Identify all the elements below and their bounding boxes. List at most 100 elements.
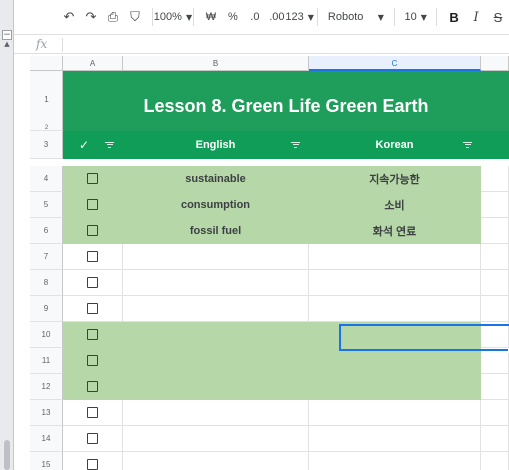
korean-cell[interactable] bbox=[309, 400, 481, 426]
empty-cell[interactable] bbox=[481, 244, 509, 270]
empty-cell[interactable] bbox=[481, 296, 509, 322]
checkbox[interactable] bbox=[87, 225, 98, 236]
checkbox[interactable] bbox=[87, 251, 98, 262]
column-header-d[interactable] bbox=[481, 56, 509, 71]
font-select[interactable]: Roboto ▼ bbox=[324, 4, 388, 30]
row-header[interactable]: 15 bbox=[30, 452, 63, 470]
english-cell[interactable] bbox=[123, 426, 309, 452]
checkbox-cell[interactable] bbox=[63, 296, 123, 322]
row-header[interactable]: 7 bbox=[30, 244, 63, 270]
checkbox[interactable] bbox=[87, 407, 98, 418]
english-cell[interactable] bbox=[123, 348, 309, 374]
korean-cell[interactable] bbox=[309, 296, 481, 322]
english-cell[interactable] bbox=[123, 452, 309, 470]
formula-input[interactable] bbox=[68, 37, 498, 52]
empty-cell[interactable] bbox=[481, 426, 509, 452]
english-cell[interactable]: consumption bbox=[123, 192, 309, 218]
redo-icon[interactable]: ↷ bbox=[80, 4, 102, 30]
print-icon[interactable]: ⎙ bbox=[102, 4, 124, 30]
row-header[interactable]: 5 bbox=[30, 192, 63, 218]
empty-cell[interactable] bbox=[481, 452, 509, 470]
vertical-scrollbar[interactable] bbox=[4, 440, 10, 470]
checkbox[interactable] bbox=[87, 329, 98, 340]
checkbox[interactable] bbox=[87, 381, 98, 392]
header-korean-cell[interactable]: Korean bbox=[309, 131, 481, 159]
korean-cell[interactable]: 화석 연료 bbox=[309, 218, 481, 244]
header-english-cell[interactable]: English bbox=[123, 131, 309, 159]
sheet-title[interactable]: Lesson 8. Green Life Green Earth bbox=[63, 71, 509, 131]
column-header-c[interactable]: C bbox=[309, 56, 481, 71]
zoom-select[interactable]: 100% ▼ bbox=[154, 4, 192, 30]
checkbox-cell[interactable] bbox=[63, 166, 123, 192]
checkbox-cell[interactable] bbox=[63, 452, 123, 470]
column-header-b[interactable]: B bbox=[123, 56, 309, 71]
column-header-a[interactable]: A bbox=[63, 56, 123, 71]
checkbox-cell[interactable] bbox=[63, 348, 123, 374]
checkbox-cell[interactable] bbox=[63, 426, 123, 452]
selected-cell-c8[interactable] bbox=[339, 324, 509, 353]
english-cell[interactable] bbox=[123, 322, 309, 348]
more-formats-button[interactable]: 123 ▼ bbox=[285, 4, 314, 30]
checkbox-cell[interactable] bbox=[63, 192, 123, 218]
empty-cell[interactable] bbox=[481, 348, 509, 374]
scroll-up-icon[interactable]: ▲ bbox=[2, 40, 12, 48]
checkbox[interactable] bbox=[87, 199, 98, 210]
korean-cell[interactable] bbox=[309, 244, 481, 270]
checkbox-cell[interactable] bbox=[63, 244, 123, 270]
korean-cell[interactable] bbox=[309, 270, 481, 296]
paint-format-icon[interactable]: ⛉ bbox=[124, 4, 146, 30]
empty-cell[interactable] bbox=[481, 400, 509, 426]
row-header[interactable]: 6 bbox=[30, 218, 63, 244]
english-cell[interactable] bbox=[123, 244, 309, 270]
strikethrough-button[interactable]: S bbox=[487, 4, 509, 30]
row-header-3[interactable]: 3 bbox=[30, 131, 63, 159]
english-cell[interactable] bbox=[123, 400, 309, 426]
checkbox-cell[interactable] bbox=[63, 400, 123, 426]
empty-cell[interactable] bbox=[481, 270, 509, 296]
empty-cell[interactable] bbox=[481, 374, 509, 400]
percent-button[interactable]: % bbox=[222, 4, 244, 30]
row-header[interactable]: 9 bbox=[30, 296, 63, 322]
checkbox-cell[interactable] bbox=[63, 374, 123, 400]
empty-cell[interactable] bbox=[481, 131, 509, 159]
checkbox-cell[interactable] bbox=[63, 322, 123, 348]
row-header[interactable]: 13 bbox=[30, 400, 63, 426]
collapse-toggle-icon[interactable]: − bbox=[2, 30, 12, 40]
korean-cell[interactable] bbox=[309, 348, 481, 374]
row-header-1[interactable]: 1 2 bbox=[30, 71, 63, 131]
row-header[interactable]: 10 bbox=[30, 322, 63, 348]
english-cell[interactable] bbox=[123, 374, 309, 400]
italic-button[interactable]: I bbox=[465, 4, 487, 30]
font-size-select[interactable]: 10 ▼ bbox=[400, 4, 430, 30]
checkbox[interactable] bbox=[87, 355, 98, 366]
korean-cell[interactable]: 지속가능한 bbox=[309, 166, 481, 192]
empty-cell[interactable] bbox=[481, 192, 509, 218]
filter-icon[interactable] bbox=[463, 141, 472, 148]
empty-cell[interactable] bbox=[481, 218, 509, 244]
select-all-corner[interactable] bbox=[30, 56, 63, 71]
english-cell[interactable] bbox=[123, 270, 309, 296]
filter-icon[interactable] bbox=[105, 141, 114, 148]
row-header[interactable]: 4 bbox=[30, 166, 63, 192]
korean-cell[interactable] bbox=[309, 426, 481, 452]
currency-button[interactable]: ₩ bbox=[200, 4, 222, 30]
undo-icon[interactable]: ↶ bbox=[58, 4, 80, 30]
checkbox[interactable] bbox=[87, 277, 98, 288]
bold-button[interactable]: B bbox=[443, 4, 465, 30]
row-header[interactable]: 11 bbox=[30, 348, 63, 374]
english-cell[interactable]: sustainable bbox=[123, 166, 309, 192]
empty-cell[interactable] bbox=[481, 166, 509, 192]
filter-icon[interactable] bbox=[291, 141, 300, 148]
checkbox[interactable] bbox=[87, 173, 98, 184]
header-check-cell[interactable]: ✓ bbox=[63, 131, 123, 159]
checkbox[interactable] bbox=[87, 303, 98, 314]
checkbox[interactable] bbox=[87, 433, 98, 444]
row-header[interactable]: 14 bbox=[30, 426, 63, 452]
checkbox[interactable] bbox=[87, 459, 98, 470]
checkbox-cell[interactable] bbox=[63, 270, 123, 296]
decrease-decimal-button[interactable]: .0 bbox=[244, 4, 266, 30]
checkbox-cell[interactable] bbox=[63, 218, 123, 244]
english-cell[interactable]: fossil fuel bbox=[123, 218, 309, 244]
row-header[interactable]: 8 bbox=[30, 270, 63, 296]
korean-cell[interactable]: 소비 bbox=[309, 192, 481, 218]
